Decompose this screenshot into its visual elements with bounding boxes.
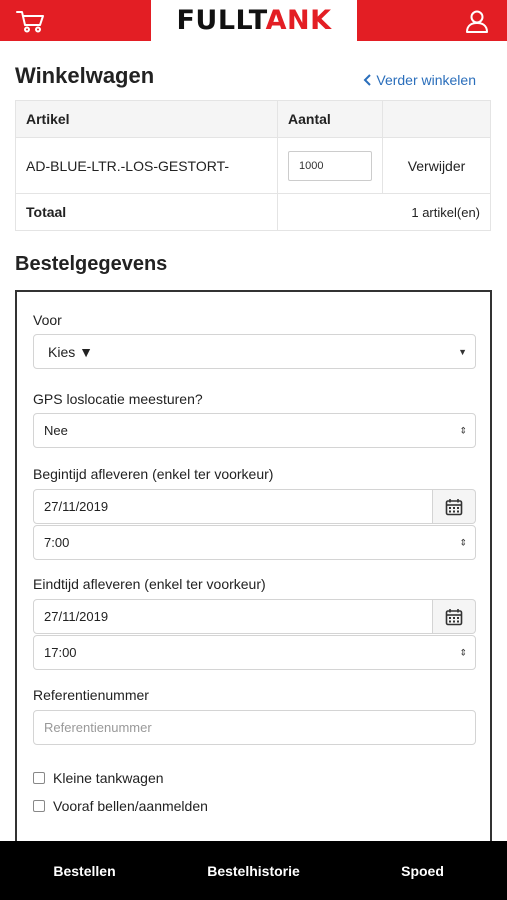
nav-history[interactable]: Bestelhistorie	[169, 841, 338, 900]
order-details-title: Bestelgegevens	[15, 253, 168, 275]
updown-icon: ⇕	[459, 425, 467, 435]
item-name: AD-BLUE-LTR.-LOS-GESTORT-	[15, 137, 278, 194]
end-time-value: 17:00	[44, 645, 77, 660]
order-form: Voor Kies ▼ ▼ GPS loslocatie meesturen? …	[15, 290, 492, 850]
caret-down-icon: ▼	[458, 346, 467, 357]
call-ahead-option[interactable]: Vooraf bellen/aanmelden	[33, 798, 208, 814]
end-date-calendar-button[interactable]	[433, 599, 476, 634]
total-row: Totaal 1 artikel(en)	[15, 193, 491, 231]
call-ahead-label: Vooraf bellen/aanmelden	[53, 798, 208, 814]
call-ahead-checkbox[interactable]	[33, 800, 45, 812]
end-time-label: Eindtijd afleveren (enkel ter voorkeur)	[33, 576, 266, 592]
cart-table: Artikel Aantal AD-BLUE-LTR.-LOS-GESTORT-…	[15, 100, 491, 231]
voor-label: Voor	[33, 312, 62, 328]
reference-label: Referentienummer	[33, 687, 149, 703]
voor-select[interactable]: Kies ▼ ▼	[33, 334, 476, 369]
item-quantity-cell	[277, 137, 383, 194]
calendar-icon	[445, 608, 463, 625]
account-button[interactable]	[447, 0, 507, 41]
col-quantity-header: Aantal	[277, 100, 383, 138]
start-date-calendar-button[interactable]	[433, 489, 476, 524]
page-title: Winkelwagen	[15, 63, 155, 88]
remove-button[interactable]: Verwijder	[393, 158, 480, 174]
app-header: FULLTANK	[0, 0, 507, 41]
table-row: AD-BLUE-LTR.-LOS-GESTORT- Verwijder	[15, 137, 491, 194]
small-truck-label: Kleine tankwagen	[53, 770, 164, 786]
end-date-input[interactable]: 27/11/2019	[33, 599, 433, 634]
item-actions-cell: Verwijder	[382, 137, 491, 194]
end-time-select[interactable]: 17:00 ⇕	[33, 635, 476, 670]
start-date-value: 27/11/2019	[44, 499, 109, 514]
chevron-left-icon	[363, 74, 372, 86]
logo-part1: FULLT	[176, 5, 266, 36]
start-time-label: Begintijd afleveren (enkel ter voorkeur)	[33, 466, 274, 482]
quantity-input[interactable]	[288, 150, 372, 181]
cart-icon	[16, 10, 44, 32]
col-article-header: Artikel	[15, 100, 278, 138]
reference-input[interactable]: Referentienummer	[33, 710, 476, 745]
logo[interactable]: FULLTANK	[151, 0, 357, 41]
start-time-value: 7:00	[44, 535, 70, 550]
start-date-input[interactable]: 27/11/2019	[33, 489, 433, 524]
continue-shopping-label: Verder winkelen	[376, 72, 476, 88]
total-label: Totaal	[15, 193, 278, 231]
gps-select[interactable]: Nee ⇕	[33, 413, 476, 448]
calendar-icon	[445, 498, 463, 515]
col-actions-header	[382, 100, 491, 138]
gps-label: GPS loslocatie meesturen?	[33, 391, 203, 407]
updown-icon: ⇕	[459, 647, 467, 657]
start-time-select[interactable]: 7:00 ⇕	[33, 525, 476, 560]
small-truck-option[interactable]: Kleine tankwagen	[33, 770, 164, 786]
gps-value: Nee	[44, 423, 68, 438]
updown-icon: ⇕	[459, 537, 467, 547]
cart-button[interactable]	[0, 0, 60, 41]
nav-urgent[interactable]: Spoed	[338, 841, 507, 900]
table-header-row: Artikel Aantal	[15, 100, 491, 138]
voor-value: Kies ▼	[48, 343, 93, 360]
small-truck-checkbox[interactable]	[33, 772, 45, 784]
total-value: 1 artikel(en)	[277, 193, 491, 231]
reference-placeholder: Referentienummer	[44, 720, 152, 735]
logo-part2: ANK	[265, 5, 332, 36]
continue-shopping-link[interactable]: Verder winkelen	[363, 72, 476, 88]
end-date-value: 27/11/2019	[44, 609, 109, 624]
bottom-nav: Bestellen Bestelhistorie Spoed	[0, 841, 507, 900]
user-icon	[466, 10, 488, 33]
nav-order[interactable]: Bestellen	[0, 841, 169, 900]
